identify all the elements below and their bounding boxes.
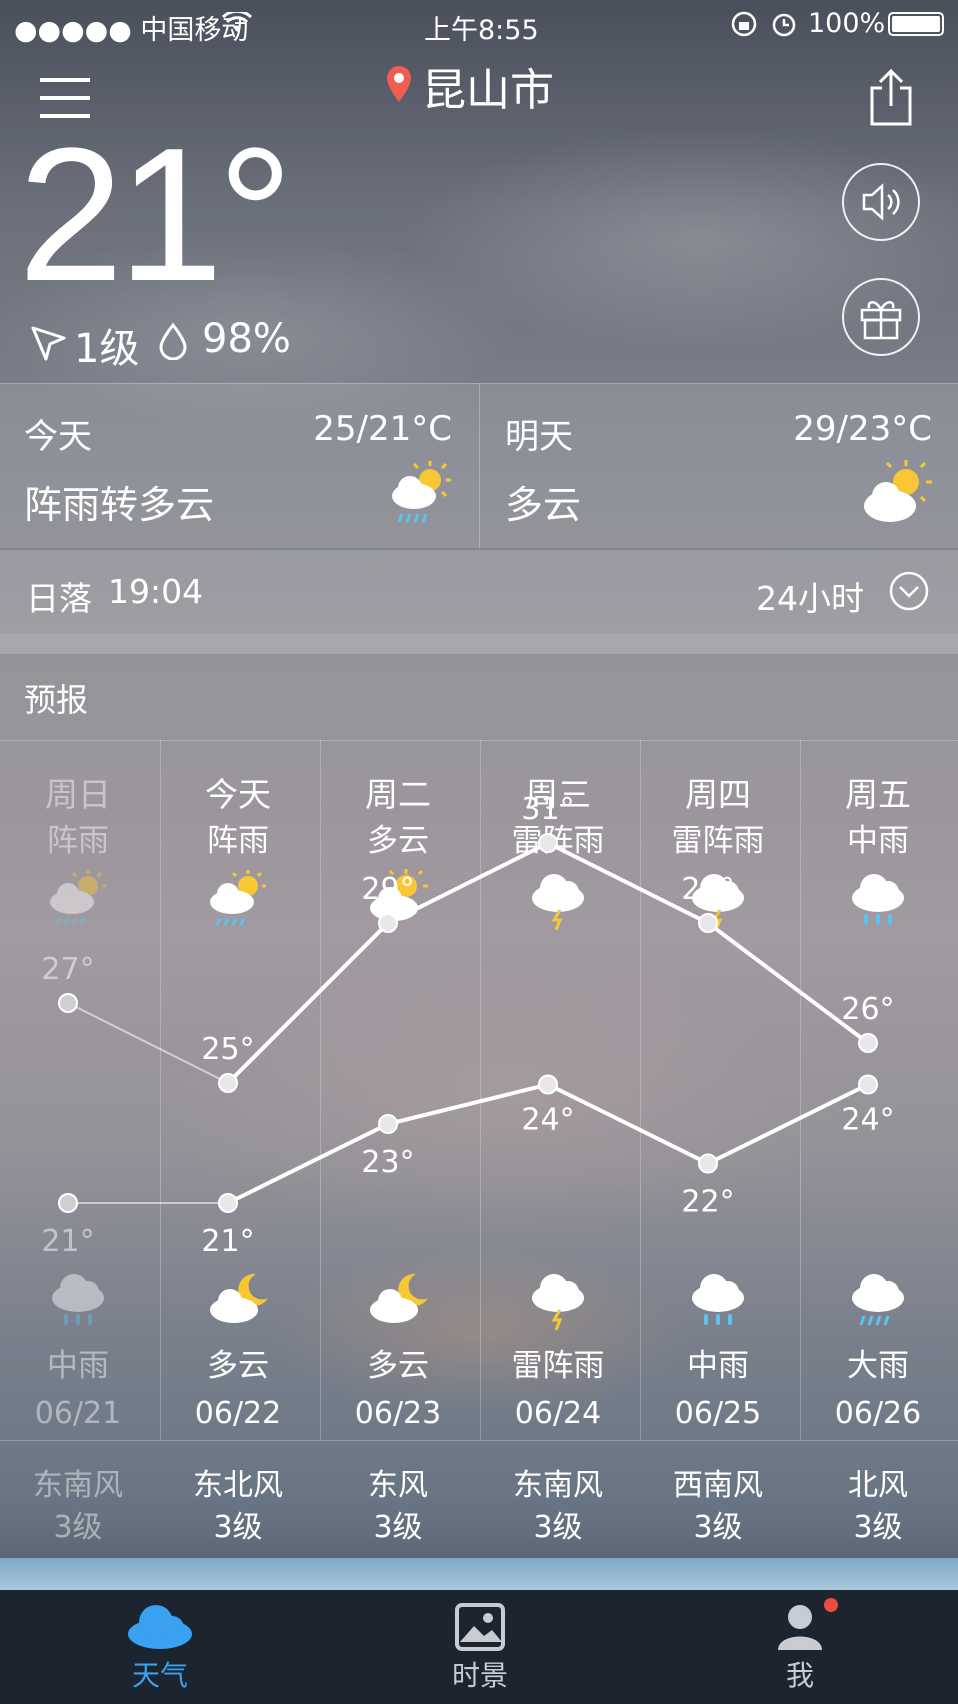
location-pin-icon xyxy=(387,66,411,102)
low-temp-label: 21° xyxy=(201,1224,254,1259)
city-title[interactable]: 昆山市 xyxy=(422,54,554,118)
forecast-wind-direction: 东南风 xyxy=(513,1468,603,1503)
separator-band xyxy=(0,634,958,654)
forecast-wind-direction: 西南风 xyxy=(673,1468,763,1503)
forecast-wind-level: 3级 xyxy=(373,1510,423,1545)
carrier-label: ●●●●● 中国移动 xyxy=(14,15,249,46)
divider xyxy=(479,383,480,548)
battery-icon xyxy=(888,12,944,36)
low-temp-point xyxy=(858,1074,878,1095)
high-temp-label: 27° xyxy=(41,952,94,987)
tomorrow-condition: 多云 xyxy=(505,483,582,527)
high-temp-point xyxy=(698,913,718,933)
forecast-wind-direction: 东风 xyxy=(368,1468,428,1503)
forecast-title: 预报 xyxy=(24,681,89,719)
speaker-icon xyxy=(862,183,900,221)
tab-me[interactable]: 我 xyxy=(750,1592,850,1702)
high-temp-label: 26° xyxy=(841,992,894,1027)
temperature-trend-chart: 27° 21° 25° 21° 29° 23° 31° 24° 29° 22° 26° 24° xyxy=(41,792,894,1259)
forecast-wind-level: 3级 xyxy=(853,1510,903,1545)
tab-weather[interactable]: 天气 xyxy=(110,1592,210,1702)
today-condition: 阵雨转多云 xyxy=(24,483,215,527)
low-temp-label: 22° xyxy=(681,1185,734,1220)
high-temp-point xyxy=(378,913,398,933)
humidity-value: 98% xyxy=(202,316,291,362)
status-bar: ●●●●● 中国移动 上午8:55 100% xyxy=(0,0,958,48)
high-temp-point xyxy=(538,833,558,853)
low-temp-point xyxy=(378,1114,398,1134)
tab-scenery[interactable]: 时景 xyxy=(430,1592,530,1702)
gift-button[interactable] xyxy=(842,278,920,356)
low-temp-label: 23° xyxy=(361,1145,414,1180)
battery-percent: 100% xyxy=(808,8,886,39)
high-temp-point xyxy=(858,1033,878,1053)
low-temp-point xyxy=(58,1193,78,1213)
tab-bar: 天气 时景 我 xyxy=(0,1590,958,1704)
alarm-icon xyxy=(772,13,796,37)
today-range: 25/21°C xyxy=(313,409,452,449)
high-temp-label: 29° xyxy=(361,872,414,907)
tab-weather-label: 天气 xyxy=(131,1659,188,1692)
low-temp-label: 21° xyxy=(41,1224,94,1259)
sun-cloud-icon xyxy=(864,460,932,522)
current-temperature: 21° xyxy=(18,109,293,321)
tomorrow-range: 29/23°C xyxy=(793,409,932,449)
low-temp-point xyxy=(538,1074,558,1095)
low-temp-point xyxy=(698,1153,718,1174)
forecast-wind-level: 3级 xyxy=(213,1510,263,1545)
low-temp-label: 24° xyxy=(521,1103,574,1138)
high-temp-label: 31° xyxy=(521,792,574,827)
sunset-time: 19:04 xyxy=(108,572,204,611)
sunset-label: 日落 xyxy=(26,579,92,618)
tab-me-label: 我 xyxy=(785,1659,814,1692)
forecast-wind-level: 3级 xyxy=(533,1510,583,1545)
high-temp-point xyxy=(218,1073,238,1093)
notification-dot xyxy=(824,1598,838,1612)
picture-icon xyxy=(455,1603,505,1651)
high-temp-label: 29° xyxy=(681,872,734,907)
tab-scenery-label: 时景 xyxy=(451,1659,508,1692)
low-temp-point xyxy=(218,1193,238,1213)
bottom-band xyxy=(0,1558,958,1590)
high-temp-point xyxy=(58,993,78,1013)
user-icon xyxy=(778,1605,822,1650)
forecast-wind-direction: 东南风 xyxy=(33,1468,123,1503)
clock-time: 上午8:55 xyxy=(424,15,539,46)
wind-level: 1级 xyxy=(74,326,140,372)
high-temp-label: 25° xyxy=(201,1032,254,1067)
hourly-toggle-label[interactable]: 24小时 xyxy=(756,572,864,620)
forecast-wind-level: 3级 xyxy=(693,1510,743,1545)
rotation-lock-icon xyxy=(731,11,757,37)
forecast-wind-direction: 北风 xyxy=(848,1468,908,1503)
voice-broadcast-button[interactable] xyxy=(842,163,920,241)
share-icon[interactable] xyxy=(868,68,914,128)
low-temp-label: 24° xyxy=(841,1103,894,1138)
chevron-down-icon[interactable] xyxy=(888,570,930,612)
today-label: 今天 xyxy=(24,417,92,457)
wifi-icon xyxy=(222,12,252,32)
wind-direction-icon xyxy=(31,326,66,361)
sun-cloud-rain-icon xyxy=(392,461,451,523)
humidity-drop-icon xyxy=(159,322,187,360)
forecast-wind-direction: 东北风 xyxy=(193,1468,283,1503)
tomorrow-label: 明天 xyxy=(505,417,573,457)
forecast-wind-level: 3级 xyxy=(53,1510,103,1545)
cloud-icon xyxy=(128,1605,192,1649)
gift-icon xyxy=(860,301,902,340)
